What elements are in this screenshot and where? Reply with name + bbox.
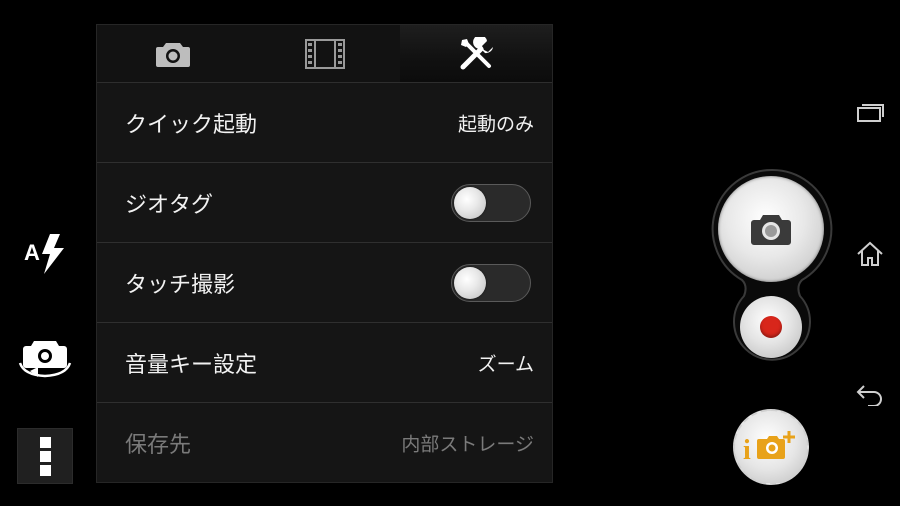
left-rail: A [0, 0, 90, 506]
svg-text:A: A [24, 240, 40, 265]
camera-apps-button[interactable]: i [733, 409, 809, 485]
shutter-button[interactable] [718, 176, 824, 282]
setting-value: 内部ストレージ [401, 433, 534, 455]
record-button[interactable] [740, 296, 802, 358]
touch-capture-toggle[interactable] [451, 263, 531, 302]
svg-text:i: i [743, 435, 751, 466]
back-icon[interactable] [855, 382, 885, 406]
switch-camera-icon[interactable] [16, 333, 74, 379]
setting-label: クイック起動 [125, 112, 258, 138]
setting-label: ジオタグ [125, 192, 214, 218]
settings-tabs [97, 25, 553, 82]
tools-icon [460, 36, 494, 69]
setting-label: 音量キー設定 [125, 352, 258, 378]
setting-geotag[interactable]: ジオタグ [97, 163, 552, 243]
tab-photo-settings[interactable] [97, 25, 249, 82]
setting-value: 起動のみ [457, 113, 534, 135]
tab-video-settings[interactable] [248, 25, 401, 82]
setting-label: 保存先 [125, 432, 192, 458]
flash-auto-icon[interactable]: A [22, 232, 68, 276]
home-icon[interactable] [855, 240, 885, 268]
tab-general-settings[interactable] [400, 25, 553, 82]
setting-quick-launch[interactable]: クイック起動 起動のみ [97, 83, 552, 163]
setting-touch-capture[interactable]: タッチ撮影 [97, 243, 552, 323]
camera-apps-icon: i [743, 431, 795, 466]
record-dot-icon [760, 316, 782, 338]
system-nav-bar [840, 0, 900, 506]
setting-storage: 保存先 内部ストレージ [97, 403, 552, 482]
film-icon [304, 38, 345, 69]
camera-icon [155, 42, 190, 67]
camera-icon [751, 215, 791, 245]
settings-list: クイック起動 起動のみ ジオタグ タッチ撮影 音量キー設定 ズーム 保存先 内部… [97, 83, 552, 482]
geotag-toggle[interactable] [451, 183, 531, 222]
setting-label: タッチ撮影 [125, 272, 236, 298]
settings-panel: クイック起動 起動のみ ジオタグ タッチ撮影 音量キー設定 ズーム 保存先 内部… [96, 24, 553, 483]
setting-volume-key[interactable]: 音量キー設定 ズーム [97, 323, 552, 403]
setting-value: ズーム [477, 353, 534, 375]
recent-apps-icon[interactable] [855, 101, 885, 123]
more-vertical-icon [40, 437, 51, 448]
shutter-cluster [710, 168, 834, 368]
more-options-button[interactable] [17, 428, 73, 484]
